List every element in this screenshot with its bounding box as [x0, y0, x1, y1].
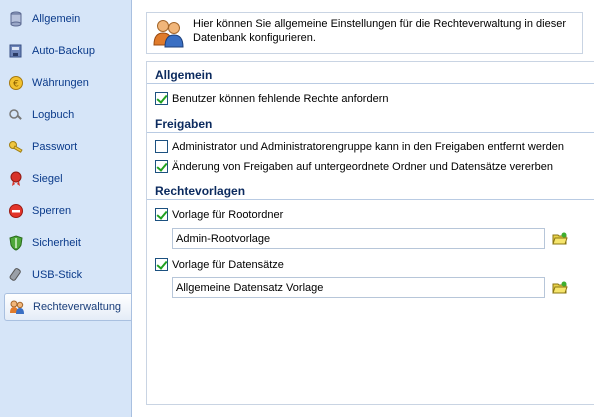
sidebar-item-label: Passwort — [32, 141, 78, 153]
section-title-rechtevorlagen: Rechtevorlagen — [155, 184, 246, 198]
sidebar-item-label: Währungen — [32, 77, 89, 89]
usb-icon — [8, 267, 24, 283]
coin-icon: € — [8, 75, 24, 91]
sidebar-item-label: Allgemein — [32, 13, 81, 25]
section-divider — [147, 199, 594, 200]
svg-text:€: € — [13, 80, 19, 90]
root-template-option[interactable]: Vorlage für Rootordner — [155, 208, 283, 221]
admin-removable-checkbox[interactable] — [155, 140, 168, 153]
section-title-allgemein: Allgemein — [155, 68, 213, 82]
sidebar-item-label: USB-Stick — [32, 269, 83, 281]
seal-icon — [8, 171, 24, 187]
section-divider — [147, 132, 594, 133]
sidebar-item-allgemein[interactable]: Allgemein — [4, 5, 130, 33]
settings-section: Allgemein Benutzer können fehlende Recht… — [146, 61, 594, 405]
sidebar-item-label: Sicherheit — [32, 237, 81, 249]
section-title-freigaben: Freigaben — [155, 117, 213, 131]
description-text: Hier können Sie allgemeine Einstellungen… — [193, 18, 566, 44]
records-template-field[interactable]: Allgemeine Datensatz Vorlage — [172, 277, 545, 298]
records-template-checkbox[interactable] — [155, 258, 168, 271]
sidebar-item-sperren[interactable]: Sperren — [4, 197, 130, 225]
stop-icon — [8, 203, 24, 219]
sidebar: Allgemein Auto-Backup € Währungen Logbuc… — [0, 0, 132, 417]
request-rights-checkbox[interactable] — [155, 92, 168, 105]
sidebar-item-waehrungen[interactable]: € Währungen — [4, 69, 130, 97]
inherit-shares-label: Änderung von Freigaben auf untergeordnet… — [172, 160, 553, 173]
sidebar-item-rechteverwaltung[interactable]: Rechteverwaltung — [4, 293, 132, 321]
root-template-checkbox[interactable] — [155, 208, 168, 221]
sidebar-item-label: Sperren — [32, 205, 72, 217]
users-icon — [153, 17, 185, 49]
records-template-label: Vorlage für Datensätze — [172, 258, 284, 271]
folder-open-icon[interactable] — [552, 231, 568, 247]
info-box: Hier können Sie allgemeine Einstellungen… — [146, 12, 583, 54]
request-rights-option[interactable]: Benutzer können fehlende Rechte anforder… — [155, 92, 389, 105]
sidebar-item-label: Siegel — [32, 173, 63, 185]
sidebar-item-label: Auto-Backup — [32, 45, 95, 57]
backup-icon — [8, 43, 24, 59]
request-rights-label: Benutzer können fehlende Rechte anforder… — [172, 92, 389, 105]
sidebar-item-label: Rechteverwaltung — [33, 301, 122, 313]
users-icon — [9, 299, 25, 315]
sidebar-item-label: Logbuch — [32, 109, 75, 121]
sidebar-item-usb-stick[interactable]: USB-Stick — [4, 261, 130, 289]
folder-open-icon[interactable] — [552, 280, 568, 296]
admin-removable-option[interactable]: Administrator und Administratorengruppe … — [155, 140, 564, 153]
root-template-label: Vorlage für Rootordner — [172, 208, 284, 221]
section-divider — [147, 83, 594, 84]
shield-icon — [8, 235, 24, 251]
inherit-shares-checkbox[interactable] — [155, 160, 168, 173]
logbook-icon — [8, 107, 24, 123]
key-icon — [8, 139, 24, 155]
sidebar-item-logbuch[interactable]: Logbuch — [4, 101, 130, 129]
sidebar-item-passwort[interactable]: Passwort — [4, 133, 130, 161]
admin-removable-label: Administrator und Administratorengruppe … — [172, 140, 564, 153]
records-template-option[interactable]: Vorlage für Datensätze — [155, 258, 284, 271]
inherit-shares-option[interactable]: Änderung von Freigaben auf untergeordnet… — [155, 160, 553, 173]
sidebar-item-siegel[interactable]: Siegel — [4, 165, 130, 193]
sidebar-item-auto-backup[interactable]: Auto-Backup — [4, 37, 130, 65]
root-template-field[interactable]: Admin-Rootvorlage — [172, 228, 545, 249]
database-icon — [8, 11, 24, 27]
settings-panel: Hier können Sie allgemeine Einstellungen… — [131, 0, 594, 417]
sidebar-item-sicherheit[interactable]: Sicherheit — [4, 229, 130, 257]
